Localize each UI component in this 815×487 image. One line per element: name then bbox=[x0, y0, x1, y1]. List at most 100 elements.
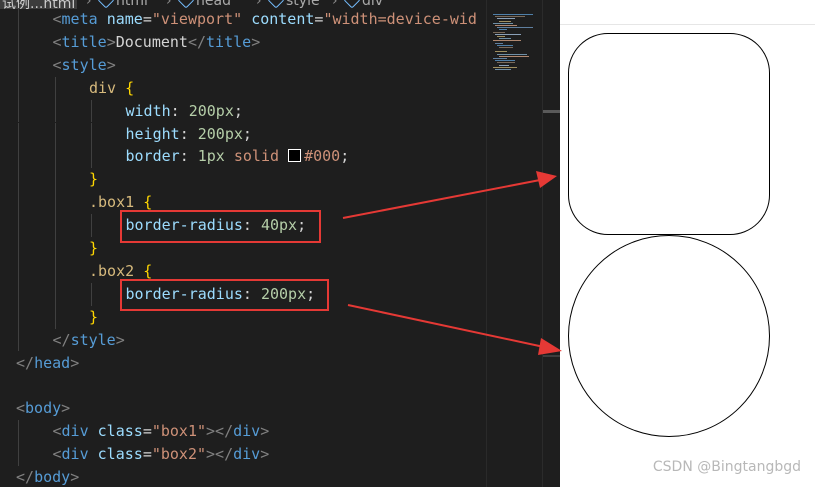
minimap-line bbox=[497, 27, 533, 29]
indent-guide bbox=[18, 99, 19, 123]
indent-guide bbox=[18, 122, 19, 146]
code-line[interactable]: </style> bbox=[53, 329, 125, 352]
indent-guide bbox=[54, 145, 56, 169]
box2-circle bbox=[568, 235, 770, 437]
code-token: { bbox=[143, 261, 153, 280]
code-token: { bbox=[125, 78, 135, 97]
current-line-highlight bbox=[0, 76, 486, 102]
code-token: = bbox=[142, 445, 152, 464]
code-line[interactable]: height: 200px; bbox=[126, 123, 252, 146]
code-token: > bbox=[260, 422, 270, 441]
code-token: content bbox=[251, 10, 315, 28]
code-line[interactable]: } bbox=[89, 168, 98, 191]
code-token: style bbox=[61, 55, 107, 74]
code-token: < bbox=[52, 32, 62, 51]
indent-guide bbox=[91, 282, 92, 306]
code-token: class bbox=[97, 445, 143, 464]
minimap-line bbox=[499, 55, 529, 57]
code-token: body bbox=[34, 468, 71, 486]
code-token: "box1" bbox=[151, 422, 207, 441]
indent-guide bbox=[54, 237, 56, 260]
code-line[interactable]: <title>Document</title> bbox=[53, 31, 261, 54]
indent-guide bbox=[54, 168, 56, 192]
code-token: solid bbox=[233, 147, 280, 166]
code-token: </ bbox=[16, 468, 35, 486]
code-line[interactable]: <body> bbox=[16, 397, 70, 420]
indent-guide bbox=[54, 259, 56, 283]
code-token: head bbox=[34, 353, 71, 372]
indent-guide bbox=[18, 214, 19, 237]
code-token: > bbox=[260, 445, 270, 464]
code-token: .box1 bbox=[89, 193, 135, 212]
code-line[interactable]: border: 1px solid #000; bbox=[126, 145, 350, 168]
code-line[interactable]: </body> bbox=[16, 466, 79, 487]
minimap-line bbox=[499, 20, 511, 22]
code-token: </ bbox=[16, 353, 35, 372]
scroll-marker bbox=[543, 110, 560, 113]
indent-guide bbox=[54, 76, 56, 100]
indent-guide bbox=[18, 168, 19, 192]
indent-guide bbox=[18, 328, 19, 352]
minimap-line bbox=[497, 18, 515, 20]
code-token: div bbox=[233, 445, 261, 464]
code-token: border bbox=[125, 147, 180, 166]
code-token: title bbox=[206, 32, 252, 51]
minimap-line bbox=[493, 31, 505, 33]
minimap-line bbox=[497, 44, 513, 46]
code-token: title bbox=[61, 32, 107, 51]
code-token: style bbox=[70, 330, 116, 349]
code-line[interactable]: <div class="box1"></div> bbox=[53, 420, 270, 443]
minimap[interactable] bbox=[486, 0, 543, 487]
code-token: { bbox=[143, 193, 153, 212]
minimap-line bbox=[497, 62, 515, 64]
code-editor[interactable]: 试例...html › html › head › style › div <meta name… bbox=[0, 0, 560, 487]
indent-guide bbox=[18, 305, 19, 329]
indent-guide bbox=[91, 214, 92, 237]
code-token: < bbox=[16, 399, 26, 418]
indent-guide bbox=[54, 122, 56, 146]
minimap-line bbox=[495, 60, 515, 62]
indent-guide bbox=[18, 259, 19, 283]
code-line[interactable]: <meta name="viewport" content="width=dev… bbox=[53, 8, 477, 31]
minimap-line bbox=[493, 22, 513, 24]
indent-guide bbox=[18, 145, 19, 169]
code-token: 1px bbox=[197, 147, 225, 166]
code-token: } bbox=[89, 307, 99, 326]
minimap-line bbox=[495, 25, 517, 26]
code-line[interactable]: div { bbox=[89, 77, 134, 100]
color-swatch[interactable] bbox=[288, 149, 302, 163]
indent-guide bbox=[18, 282, 19, 306]
code-token: > bbox=[70, 353, 80, 372]
code-line[interactable]: <div class="box2"></div> bbox=[53, 443, 270, 466]
indent-guide bbox=[91, 145, 92, 169]
code-token: div bbox=[61, 422, 89, 441]
preview-topbar bbox=[560, 0, 815, 25]
code-line[interactable]: <style> bbox=[53, 54, 116, 77]
code-line[interactable]: } bbox=[89, 306, 98, 329]
code-line[interactable]: </head> bbox=[16, 352, 79, 375]
indent-guide bbox=[54, 282, 56, 306]
code-token: > bbox=[70, 468, 80, 486]
code-token: } bbox=[89, 170, 99, 189]
code-token: > bbox=[251, 32, 261, 51]
code-token: : bbox=[179, 147, 198, 166]
vertical-scrollbar[interactable] bbox=[542, 0, 560, 487]
minimap-line bbox=[495, 33, 521, 35]
indent-guide bbox=[18, 53, 19, 77]
code-token: > bbox=[106, 32, 116, 51]
code-token: Document bbox=[115, 32, 188, 51]
indent-guide bbox=[91, 122, 92, 146]
code-line[interactable]: } bbox=[89, 237, 98, 260]
minimap-line bbox=[497, 36, 505, 37]
code-token: : bbox=[170, 101, 189, 120]
minimap-line bbox=[495, 42, 503, 44]
scroll-marker bbox=[543, 355, 560, 357]
code-token: width bbox=[125, 101, 171, 120]
code-line[interactable]: width: 200px; bbox=[126, 100, 243, 123]
code-token: "viewport" bbox=[151, 10, 243, 28]
code-token: .box2 bbox=[89, 261, 135, 280]
code-token: div bbox=[233, 422, 261, 441]
